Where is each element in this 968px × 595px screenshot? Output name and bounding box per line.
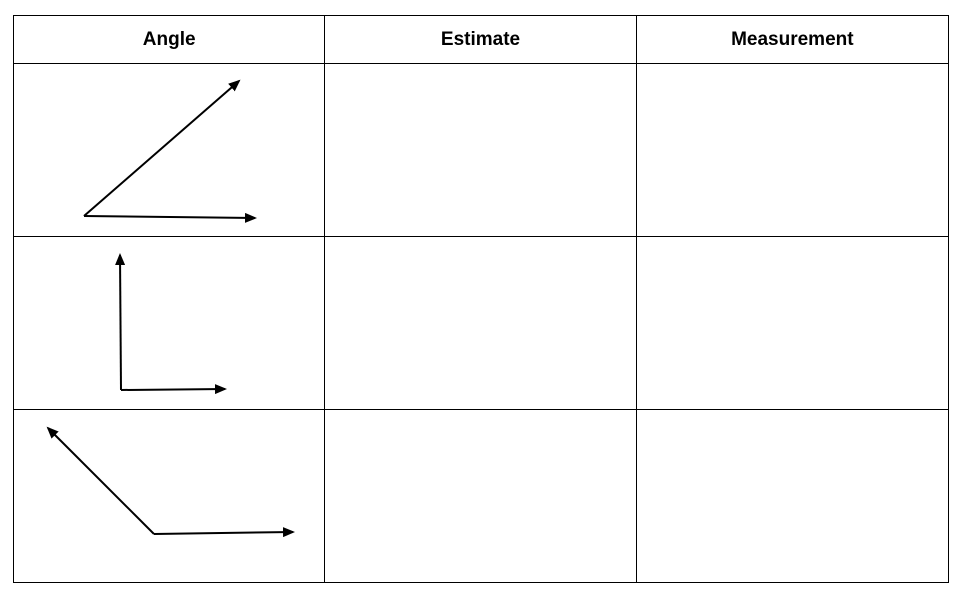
header-measurement: Measurement <box>635 15 950 64</box>
measurement-cell[interactable] <box>635 63 950 237</box>
right-ray-vertical <box>115 253 126 391</box>
table-header-row: Angle Estimate Measurement <box>12 15 950 64</box>
estimate-cell[interactable] <box>324 63 637 237</box>
right-ray-horizontal <box>120 384 227 395</box>
estimate-cell[interactable] <box>324 236 637 410</box>
obtuse-ray-upper <box>46 426 155 535</box>
obtuse-ray-lower <box>153 527 295 538</box>
acute-ray-upper <box>83 79 241 217</box>
angle-table: Angle Estimate Measurement <box>12 15 950 583</box>
estimate-cell[interactable] <box>324 409 637 583</box>
acute-angle-icon <box>83 79 257 223</box>
measurement-cell[interactable] <box>635 236 950 410</box>
angle-cell <box>12 409 326 583</box>
table-row <box>12 63 950 237</box>
header-estimate: Estimate <box>324 15 637 64</box>
obtuse-angle-icon <box>46 426 295 538</box>
measurement-cell[interactable] <box>635 409 950 583</box>
acute-ray-lower <box>83 212 257 223</box>
angle-cell <box>12 63 326 237</box>
right-angle-icon <box>115 253 227 395</box>
table-row <box>12 236 950 410</box>
angle-cell <box>12 236 326 410</box>
worksheet-page: Angle Estimate Measurement <box>0 0 968 595</box>
table-row <box>12 409 950 583</box>
header-angle: Angle <box>12 15 326 64</box>
